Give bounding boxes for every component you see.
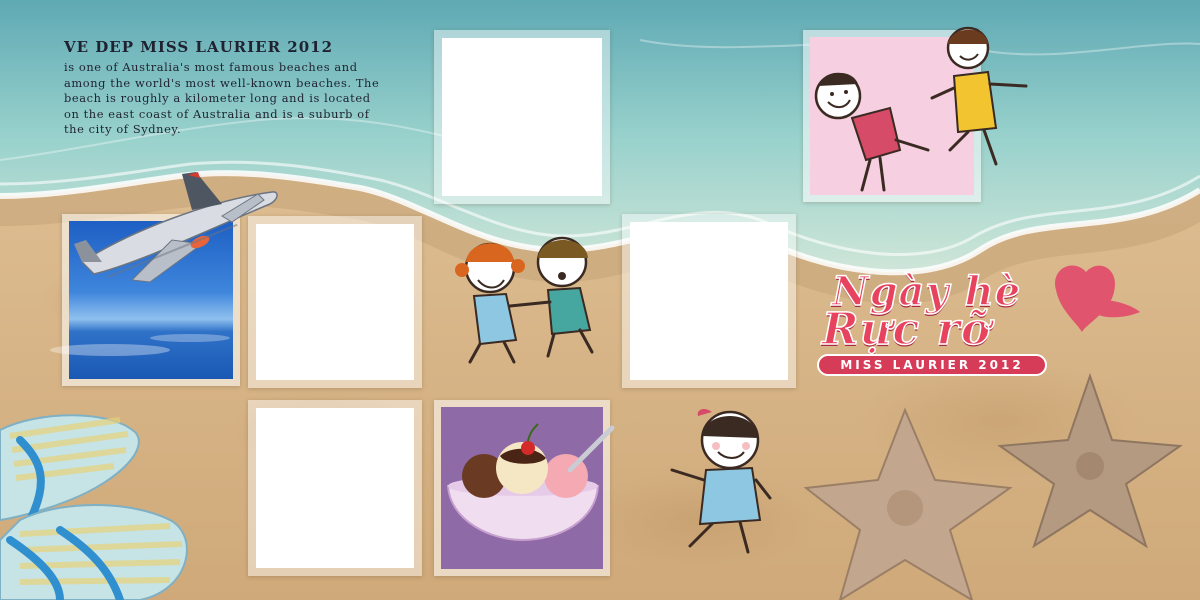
logo-banner: MISS LAURIER 2012: [817, 354, 1047, 376]
intro-text-block: VE DEP MISS LAURIER 2012 is one of Austr…: [64, 38, 384, 138]
photo-kids-frame[interactable]: [803, 30, 981, 202]
icecream-photo-bg: [441, 407, 603, 569]
empty-photo-frame-3[interactable]: [622, 214, 796, 388]
empty-photo-frame-2[interactable]: [434, 30, 610, 204]
beach-scene: VE DEP MISS LAURIER 2012 is one of Austr…: [0, 0, 1200, 600]
intro-body: is one of Australia's most famous beache…: [64, 60, 380, 136]
photo-icecream-frame[interactable]: [434, 400, 610, 576]
photo-sky-frame[interactable]: [62, 214, 240, 386]
sky-photo: [69, 221, 233, 379]
empty-photo-frame-4[interactable]: [248, 400, 422, 576]
logo-line-2: Rực rỡ: [821, 303, 992, 356]
kids-photo-bg: [810, 37, 974, 195]
empty-photo-frame-1[interactable]: [248, 216, 422, 388]
intro-title: VE DEP MISS LAURIER 2012: [64, 38, 334, 56]
